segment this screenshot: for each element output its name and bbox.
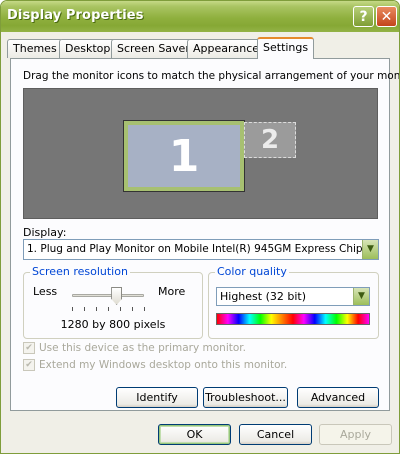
primary-monitor-checkbox[interactable]: ✔: [23, 342, 35, 354]
tab-appearance[interactable]: Appearance: [187, 39, 266, 58]
color-quality-title: Color quality: [215, 265, 289, 278]
color-quality-group: Color quality Highest (32 bit) ▼: [208, 265, 379, 339]
extend-desktop-label: Extend my Windows desktop onto this moni…: [39, 359, 288, 371]
troubleshoot-button[interactable]: Troubleshoot...: [203, 387, 288, 408]
screen-resolution-title: Screen resolution: [30, 265, 130, 278]
chevron-down-icon[interactable]: ▼: [362, 240, 378, 259]
tab-settings[interactable]: Settings: [257, 37, 315, 59]
identify-button[interactable]: Identify: [116, 387, 198, 408]
arrangement-instruction: Drag the monitor icons to match the phys…: [23, 70, 400, 82]
tab-desktop[interactable]: Desktop: [59, 39, 117, 58]
ok-button[interactable]: OK: [158, 424, 231, 445]
display-properties-window: Display Properties ? ✕ Themes Desktop Sc…: [0, 0, 400, 454]
resolution-more-label: More: [158, 285, 186, 298]
primary-monitor-label: Use this device as the primary monitor.: [39, 342, 246, 354]
color-quality-value: Highest (32 bit): [220, 290, 307, 303]
monitor-1-icon[interactable]: 1: [123, 120, 245, 192]
slider-tick: [84, 307, 85, 311]
display-dropdown[interactable]: 1. Plug and Play Monitor on Mobile Intel…: [23, 239, 379, 260]
extend-desktop-checkbox-row: ✔ Extend my Windows desktop onto this mo…: [23, 358, 287, 372]
resolution-slider-ticks: [72, 307, 146, 311]
color-spectrum-preview: [216, 313, 370, 325]
help-button[interactable]: ?: [353, 6, 374, 27]
apply-button[interactable]: Apply: [319, 424, 392, 445]
slider-tick: [72, 307, 73, 311]
screen-resolution-group: Screen resolution Less More 1280 by 800 …: [23, 265, 203, 339]
resolution-value: 1280 by 800 pixels: [60, 318, 166, 331]
settings-panel: Drag the monitor icons to match the phys…: [10, 58, 399, 411]
tab-strip: Themes Desktop Screen Saver Appearance S…: [1, 32, 399, 59]
resolution-slider-track[interactable]: [72, 294, 144, 297]
advanced-button[interactable]: Advanced: [297, 387, 379, 408]
chevron-down-icon[interactable]: ▼: [353, 288, 369, 305]
window-title: Display Properties: [7, 8, 144, 23]
slider-tick: [144, 307, 145, 311]
resolution-slider-thumb[interactable]: [111, 287, 123, 305]
display-label: Display:: [23, 226, 67, 239]
title-bar[interactable]: Display Properties ? ✕: [1, 1, 399, 32]
monitor-arrangement-area: 1 2: [23, 88, 378, 219]
close-button[interactable]: ✕: [376, 6, 397, 27]
slider-tick: [120, 307, 121, 311]
slider-tick: [108, 307, 109, 311]
resolution-less-label: Less: [33, 285, 58, 298]
extend-desktop-checkbox[interactable]: ✔: [23, 359, 35, 371]
cancel-button[interactable]: Cancel: [239, 424, 312, 445]
slider-tick: [96, 307, 97, 311]
primary-monitor-checkbox-row: ✔ Use this device as the primary monitor…: [23, 341, 246, 355]
monitor-2-icon[interactable]: 2: [244, 122, 296, 158]
color-quality-dropdown[interactable]: Highest (32 bit) ▼: [216, 287, 370, 306]
tab-screen-saver[interactable]: Screen Saver: [111, 39, 196, 58]
display-dropdown-value: 1. Plug and Play Monitor on Mobile Intel…: [27, 243, 379, 255]
slider-tick: [132, 307, 133, 311]
tab-themes[interactable]: Themes: [7, 39, 63, 58]
